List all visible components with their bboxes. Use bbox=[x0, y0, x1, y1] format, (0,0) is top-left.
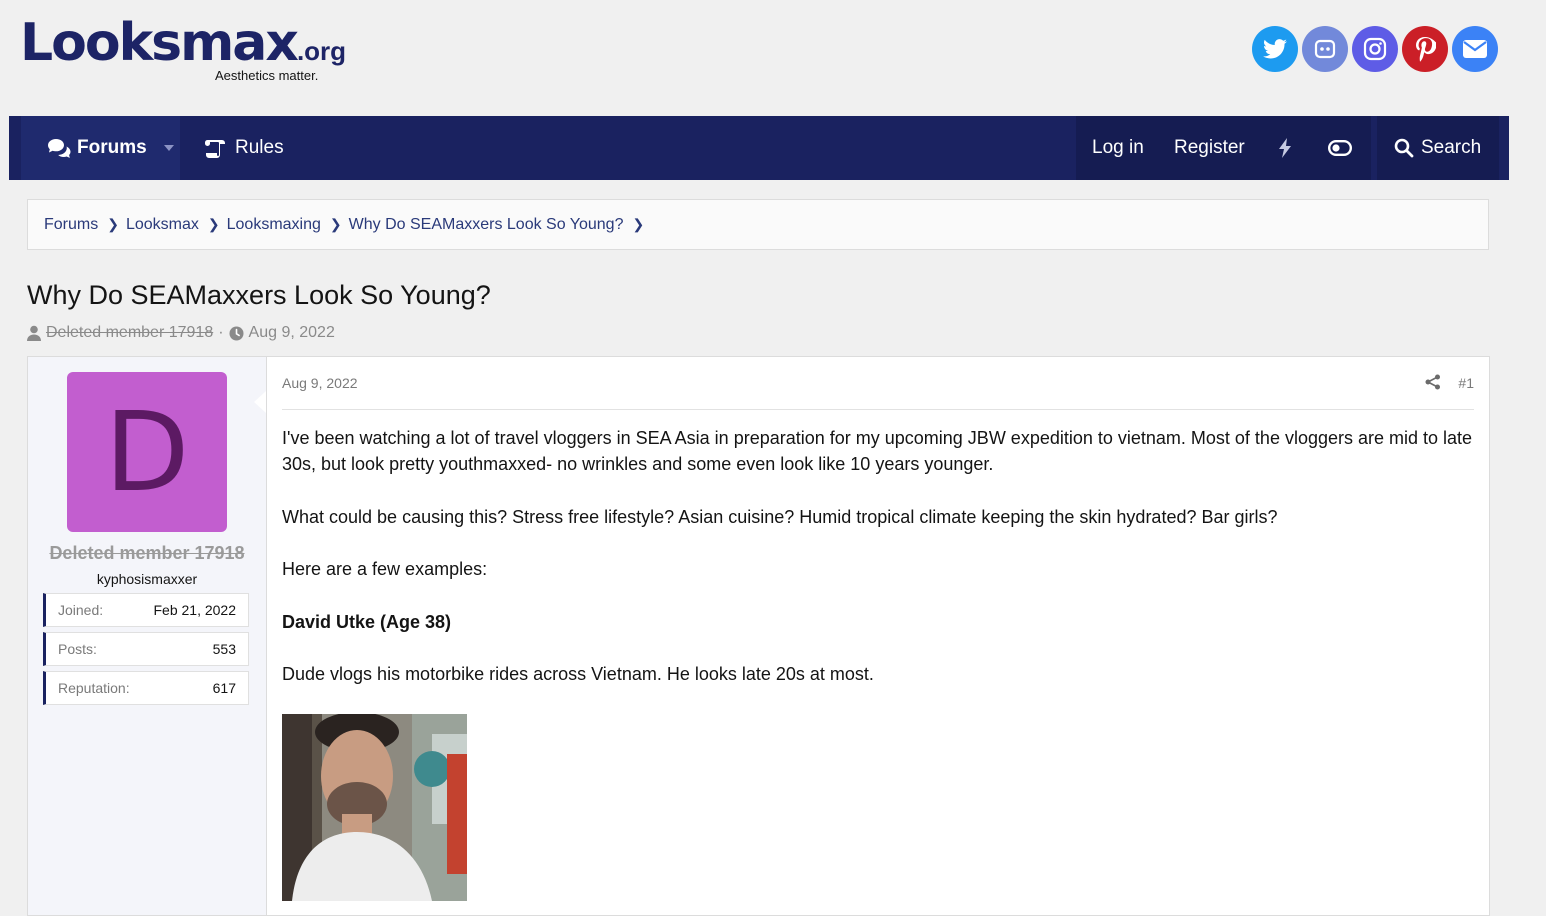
email-icon[interactable] bbox=[1452, 26, 1498, 72]
person-photo bbox=[282, 714, 467, 901]
post-arrow bbox=[254, 391, 266, 413]
whats-new-button[interactable] bbox=[1278, 116, 1292, 180]
site-header: Looksmax.org Aesthetics matter. bbox=[0, 0, 1546, 116]
social-links bbox=[1252, 26, 1498, 72]
chevron-right-icon: ❯ bbox=[207, 216, 220, 232]
user-icon bbox=[27, 325, 41, 341]
chevron-right-icon: ❯ bbox=[329, 216, 342, 232]
stat-value: 553 bbox=[212, 641, 236, 657]
post-date[interactable]: Aug 9, 2022 bbox=[282, 375, 358, 391]
stat-label: Posts: bbox=[58, 641, 97, 657]
post-paragraph: I've been watching a lot of travel vlogg… bbox=[282, 428, 1473, 474]
style-toggle-button[interactable] bbox=[1328, 116, 1352, 180]
main-navbar: Forums Rules Log in Register Search bbox=[9, 116, 1509, 180]
logo-suffix: .org bbox=[296, 36, 347, 66]
post-image[interactable] bbox=[282, 714, 467, 901]
post-username[interactable]: Deleted member 17918 bbox=[28, 543, 266, 564]
thread-meta: Deleted member 17918 · Aug 9, 2022 bbox=[27, 324, 335, 342]
page-title: Why Do SEAMaxxers Look So Young? bbox=[27, 280, 491, 310]
post-paragraph: What could be causing this? Stress free … bbox=[282, 507, 1278, 527]
post-paragraph: Here are a few examples: bbox=[282, 559, 488, 579]
avatar[interactable]: D bbox=[67, 372, 227, 532]
user-stat-reputation: Reputation: 617 bbox=[43, 671, 249, 705]
thread-date[interactable]: Aug 9, 2022 bbox=[249, 324, 335, 342]
stat-value: Feb 21, 2022 bbox=[153, 602, 236, 618]
breadcrumb: Forums ❯ Looksmax ❯ Looksmaxing ❯ Why Do… bbox=[27, 199, 1489, 250]
clock-icon bbox=[229, 326, 244, 340]
stat-value: 617 bbox=[212, 680, 236, 696]
divider bbox=[282, 409, 1474, 410]
breadcrumb-item[interactable]: Forums bbox=[44, 216, 98, 234]
post-user-panel: D Deleted member 17918 kyphosismaxxer Jo… bbox=[28, 357, 267, 915]
breadcrumb-item[interactable]: Looksmax bbox=[126, 216, 199, 234]
discord-icon[interactable] bbox=[1302, 26, 1348, 72]
post-number[interactable]: #1 bbox=[1458, 375, 1474, 391]
nav-rules-tab[interactable]: Rules bbox=[204, 116, 284, 180]
post-bold-text: David Utke (Age 38) bbox=[282, 612, 452, 632]
search-button[interactable]: Search bbox=[1394, 116, 1481, 180]
logo-tagline: Aesthetics matter. bbox=[215, 68, 319, 83]
logo-text: Looksmax bbox=[20, 13, 299, 73]
chevron-right-icon: ❯ bbox=[107, 216, 119, 232]
forums-icon bbox=[48, 139, 71, 158]
post-paragraph: Dude vlogs his motorbike rides across Vi… bbox=[282, 664, 874, 684]
search-label: Search bbox=[1421, 137, 1482, 158]
user-title: kyphosismaxxer bbox=[96, 571, 198, 587]
chevron-down-icon[interactable] bbox=[163, 144, 175, 152]
thread-author[interactable]: Deleted member 17918 bbox=[46, 324, 213, 342]
login-button[interactable]: Log in bbox=[1092, 116, 1144, 180]
scroll-icon bbox=[205, 140, 225, 158]
nav-forums-label: Forums bbox=[77, 137, 147, 158]
search-icon bbox=[1394, 138, 1414, 158]
instagram-icon[interactable] bbox=[1352, 26, 1398, 72]
breadcrumb-item[interactable]: Why Do SEAMaxxers Look So Young? bbox=[349, 216, 624, 234]
register-button[interactable]: Register bbox=[1174, 116, 1245, 180]
twitter-icon[interactable] bbox=[1252, 26, 1298, 72]
login-label: Log in bbox=[1092, 137, 1144, 158]
bolt-icon bbox=[1279, 138, 1291, 158]
meta-separator: · bbox=[218, 324, 224, 341]
nav-forums-tab[interactable]: Forums bbox=[21, 116, 180, 180]
stat-label: Joined: bbox=[58, 602, 104, 618]
share-icon[interactable] bbox=[1425, 374, 1441, 390]
chevron-right-icon: ❯ bbox=[632, 216, 645, 232]
toggle-icon bbox=[1328, 140, 1352, 156]
breadcrumb-item[interactable]: Looksmaxing bbox=[227, 216, 321, 234]
register-label: Register bbox=[1174, 137, 1245, 158]
nav-rules-label: Rules bbox=[235, 137, 284, 158]
post: D Deleted member 17918 kyphosismaxxer Jo… bbox=[27, 356, 1490, 916]
user-stat-joined: Joined: Feb 21, 2022 bbox=[43, 593, 249, 627]
post-subheading: David Utke (Age 38) bbox=[282, 609, 1474, 635]
pinterest-icon[interactable] bbox=[1402, 26, 1448, 72]
stat-label: Reputation: bbox=[58, 680, 130, 696]
post-body: Aug 9, 2022 #1 I've been watching a lot … bbox=[267, 357, 1489, 915]
site-logo[interactable]: Looksmax.org Aesthetics matter. bbox=[20, 13, 347, 83]
user-stat-posts: Posts: 553 bbox=[43, 632, 249, 666]
